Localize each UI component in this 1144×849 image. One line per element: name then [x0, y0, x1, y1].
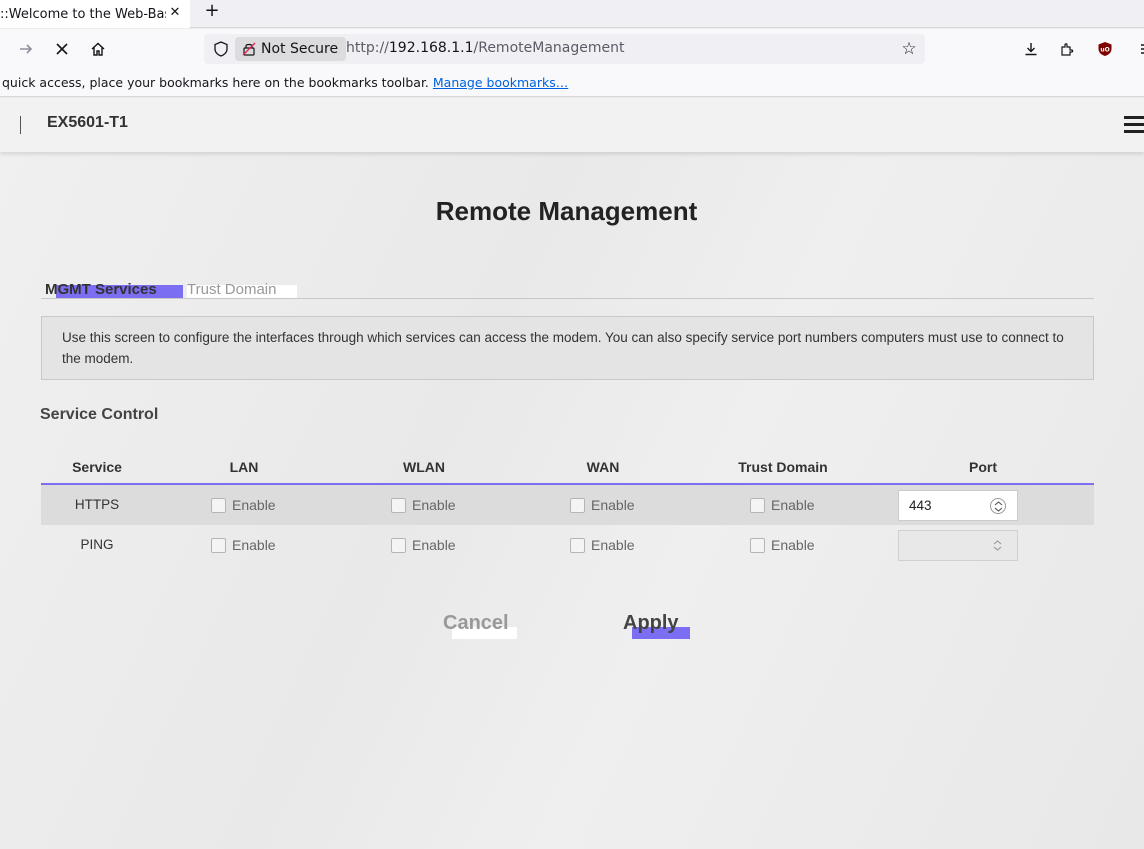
port-spinner-icon: [990, 538, 1006, 554]
https-port-input[interactable]: 443: [898, 490, 1018, 521]
checkbox-box[interactable]: [391, 497, 406, 513]
browser-tab[interactable]: ::Welcome to the Web-Base ✕: [0, 0, 190, 28]
port-value: 443: [909, 498, 932, 513]
enable-label: Enable: [591, 537, 635, 553]
url-host: 192.168.1.1: [388, 40, 474, 56]
checkbox-box[interactable]: [211, 497, 226, 513]
header-wlan: WLAN: [403, 459, 445, 475]
browser-navbar: Not Secure http://192.168.1.1/RemoteMana…: [0, 29, 1144, 69]
ping-wlan-checkbox[interactable]: Enable: [391, 537, 456, 553]
url-path: /RemoteManagement: [473, 40, 625, 56]
url-prefix: http://: [346, 40, 389, 56]
checkbox-box[interactable]: [211, 537, 226, 553]
checkbox-box[interactable]: [750, 497, 765, 513]
https-wan-checkbox[interactable]: Enable: [570, 497, 635, 513]
page-content: EX5601-T1 Remote Management MGMT Service…: [0, 98, 1144, 849]
section-title: Service Control: [40, 406, 159, 423]
checkbox-box[interactable]: [570, 537, 585, 553]
apply-button[interactable]: Apply: [623, 612, 679, 635]
ping-lan-checkbox[interactable]: Enable: [211, 537, 276, 553]
page-title: Remote Management: [435, 196, 698, 226]
table-row: PING Enable Enable Enable Enable: [41, 525, 1094, 565]
downloads-icon[interactable]: [1019, 37, 1043, 61]
model-name: EX5601-T1: [47, 114, 128, 131]
enable-label: Enable: [771, 537, 815, 553]
port-spinner-icon[interactable]: [990, 498, 1006, 514]
header-service: Service: [72, 459, 122, 475]
info-box: Use this screen to configure the interfa…: [41, 316, 1094, 380]
svg-text:uO: uO: [1100, 47, 1109, 54]
address-bar[interactable]: Not Secure http://192.168.1.1/RemoteMana…: [204, 34, 925, 64]
checkbox-box[interactable]: [570, 497, 585, 513]
ublock-icon[interactable]: uO: [1093, 37, 1117, 61]
app-menu-icon[interactable]: [1132, 37, 1144, 61]
bookmarks-hint: quick access, place your bookmarks here …: [2, 75, 433, 90]
hamburger-menu-icon[interactable]: [1124, 116, 1144, 134]
tab-title: ::Welcome to the Web-Base: [0, 6, 166, 22]
url-text[interactable]: http://192.168.1.1/RemoteManagement: [346, 40, 624, 56]
not-secure-label: Not Secure: [261, 41, 339, 57]
service-name: HTTPS: [74, 497, 120, 512]
cancel-button[interactable]: Cancel: [443, 612, 509, 635]
enable-label: Enable: [591, 497, 635, 513]
tab-mgmt-services[interactable]: MGMT Services: [45, 281, 157, 298]
not-secure-badge[interactable]: Not Secure: [235, 37, 347, 61]
enable-label: Enable: [232, 497, 276, 513]
ping-wan-checkbox[interactable]: Enable: [570, 537, 635, 553]
extensions-icon[interactable]: [1055, 37, 1079, 61]
close-tab-icon[interactable]: ✕: [168, 6, 182, 20]
ping-port-input: [898, 530, 1018, 561]
enable-label: Enable: [771, 497, 815, 513]
header-divider: [20, 116, 21, 134]
insecure-lock-icon: [242, 42, 256, 56]
checkbox-box[interactable]: [750, 537, 765, 553]
enable-label: Enable: [412, 497, 456, 513]
tab-trust-domain[interactable]: Trust Domain: [187, 281, 276, 298]
manage-bookmarks-link[interactable]: Manage bookmarks…: [433, 75, 568, 90]
browser-tabbar: ::Welcome to the Web-Base ✕ +: [0, 0, 1144, 28]
table-header: Service LAN WLAN WAN Trust Domain Port: [41, 456, 1094, 485]
enable-label: Enable: [412, 537, 456, 553]
checkbox-box[interactable]: [391, 537, 406, 553]
tracking-shield-icon[interactable]: [212, 40, 230, 58]
header-port: Port: [969, 459, 997, 475]
stop-loading-icon[interactable]: [50, 37, 74, 61]
ping-trust-domain-checkbox[interactable]: Enable: [750, 537, 815, 553]
service-name: PING: [80, 537, 114, 552]
https-trust-domain-checkbox[interactable]: Enable: [750, 497, 815, 513]
bookmarks-toolbar: quick access, place your bookmarks here …: [0, 69, 1144, 97]
https-wlan-checkbox[interactable]: Enable: [391, 497, 456, 513]
https-lan-checkbox[interactable]: Enable: [211, 497, 276, 513]
forward-arrow-icon[interactable]: [14, 37, 38, 61]
header-wan: WAN: [586, 459, 620, 475]
header-trust-domain: Trust Domain: [738, 459, 828, 475]
bookmark-star-icon[interactable]: ☆: [899, 39, 919, 59]
service-control-table: Service LAN WLAN WAN Trust Domain Port H…: [41, 456, 1094, 565]
new-tab-button[interactable]: +: [202, 1, 222, 21]
enable-label: Enable: [232, 537, 276, 553]
home-icon[interactable]: [86, 37, 110, 61]
table-row: HTTPS Enable Enable Enable Enable 443: [41, 485, 1094, 525]
header-lan: LAN: [229, 459, 259, 475]
router-header: EX5601-T1: [0, 98, 1144, 152]
tab-bar: MGMT Services Trust Domain: [41, 281, 1094, 299]
